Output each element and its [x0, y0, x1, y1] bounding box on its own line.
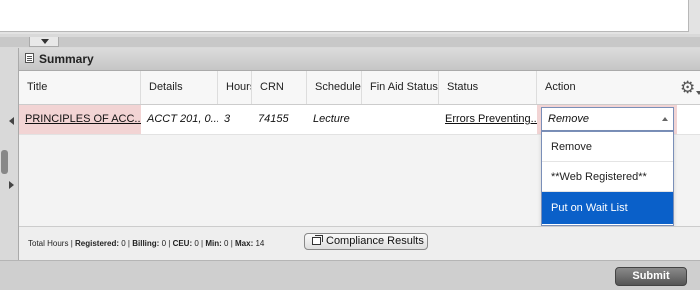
totals-text: Total Hours | Registered: 0 | Billing: 0…	[28, 239, 265, 248]
column-header-details[interactable]: Details	[141, 71, 218, 104]
left-strip	[0, 47, 18, 259]
column-header-hours[interactable]: Hours	[218, 71, 252, 104]
course-schedule-type: Lecture	[313, 113, 350, 125]
grid-panel-icon	[25, 53, 34, 63]
dropdown-option-web-registered[interactable]: **Web Registered**	[542, 162, 673, 192]
summary-footer: Total Hours | Registered: 0 | Billing: 0…	[19, 226, 700, 261]
registered-label: Registered:	[75, 239, 120, 248]
arrow-left-icon[interactable]	[9, 117, 14, 125]
top-content-area	[0, 0, 689, 32]
collapse-panel-button[interactable]	[29, 37, 59, 47]
submit-button[interactable]: Submit	[615, 267, 687, 286]
gear-icon[interactable]: ⚙	[680, 79, 695, 96]
registered-value: 0	[121, 239, 126, 248]
billing-value: 0	[161, 239, 167, 248]
panel-splitter[interactable]	[0, 37, 700, 81]
bottom-bar: Submit	[0, 260, 700, 290]
copy-windows-icon	[312, 235, 323, 245]
column-header-action[interactable]: Action	[537, 71, 700, 104]
dropdown-option-put-on-wait-list[interactable]: Put on Wait List	[542, 192, 673, 224]
summary-header: Summary	[19, 48, 700, 71]
ceu-label: CEU:	[172, 239, 193, 248]
column-header-fin-aid-status[interactable]: Fin Aid Status	[362, 71, 439, 104]
total-hours-label: Total Hours	[28, 239, 69, 248]
ceu-value: 0	[194, 239, 199, 248]
course-title-link[interactable]: PRINCIPLES OF ACC...	[19, 105, 141, 134]
compliance-results-label: Compliance Results	[326, 235, 424, 247]
compliance-results-button[interactable]: Compliance Results	[304, 233, 428, 250]
column-header-title[interactable]: Title	[19, 71, 141, 104]
action-select-value: Remove	[548, 113, 589, 125]
chevron-down-icon	[41, 39, 49, 44]
chevron-down-icon[interactable]	[696, 91, 700, 95]
scrollbar-thumb[interactable]	[1, 150, 8, 174]
summary-title: Summary	[39, 52, 94, 66]
max-label: Max:	[235, 239, 254, 248]
course-crn: 74155	[258, 113, 289, 125]
arrow-right-icon[interactable]	[9, 181, 14, 189]
column-header-crn[interactable]: CRN	[252, 71, 307, 104]
top-panel	[0, 0, 700, 34]
chevron-up-icon[interactable]	[657, 108, 673, 130]
status-link[interactable]: Errors Preventing...	[439, 105, 537, 134]
billing-label: Billing:	[132, 239, 160, 248]
action-dropdown-menu: Remove **Web Registered** Put on Wait Li…	[541, 131, 674, 226]
splitter-left-segment	[0, 37, 29, 47]
course-details: ACCT 201, 0...	[147, 113, 218, 125]
action-select[interactable]: Remove	[541, 107, 674, 131]
column-header-schedule-type[interactable]: Schedule Type	[307, 71, 362, 104]
grid-header-row: Title Details Hours CRN Schedule Type Fi…	[19, 71, 700, 105]
course-hours: 3	[224, 113, 231, 125]
min-value: 0	[224, 239, 229, 248]
column-header-status[interactable]: Status	[439, 71, 537, 104]
summary-panel: Summary Title Details Hours CRN Schedule…	[18, 48, 700, 261]
max-value: 14	[255, 239, 265, 248]
min-label: Min:	[205, 239, 222, 248]
dropdown-option-remove[interactable]: Remove	[542, 132, 673, 162]
course-fin-aid-status	[362, 105, 439, 134]
